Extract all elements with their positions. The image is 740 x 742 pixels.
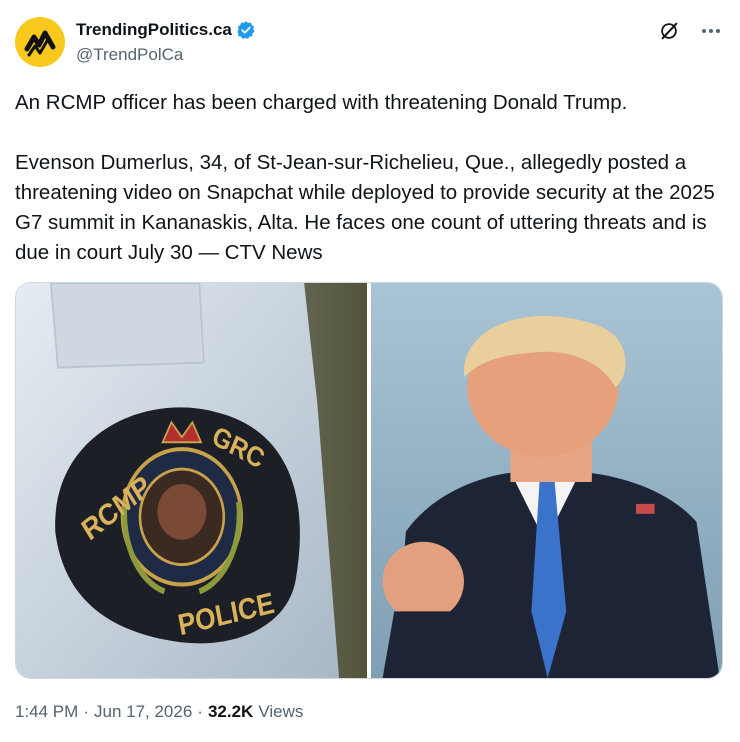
avatar[interactable]: [15, 17, 65, 67]
views-label: Views: [258, 702, 304, 721]
verified-badge-icon: [237, 21, 255, 39]
author-name-row[interactable]: TrendingPolitics.ca: [76, 20, 256, 40]
tweet-header-actions: [658, 20, 722, 42]
author-handle[interactable]: @TrendPolCa: [76, 45, 183, 65]
tweet-text: An RCMP officer has been charged with th…: [15, 88, 727, 268]
meta-separator: ·: [83, 702, 89, 721]
trending-logo-icon: [24, 30, 56, 57]
tweet-paragraph: Evenson Dumerlus, 34, of St-Jean-sur-Ric…: [15, 151, 715, 264]
tweet-media-grid: RCMP GRC POLICE: [15, 282, 723, 679]
meta-separator: ·: [197, 702, 203, 721]
trump-photo[interactable]: [371, 283, 722, 678]
tweet-meta: 1:44 PM · Jun 17, 2026 · 32.2K Views: [15, 702, 303, 722]
more-icon[interactable]: [700, 20, 722, 42]
rcmp-patch-photo[interactable]: RCMP GRC POLICE: [16, 283, 367, 678]
tweet-paragraph: An RCMP officer has been charged with th…: [15, 91, 628, 114]
author-display-name[interactable]: TrendingPolitics.ca: [76, 20, 232, 40]
grok-icon[interactable]: [658, 20, 680, 42]
tweet-date[interactable]: Jun 17, 2026: [94, 702, 192, 722]
views-count: 32.2K: [207, 702, 254, 721]
tweet-time[interactable]: 1:44 PM: [15, 702, 78, 722]
